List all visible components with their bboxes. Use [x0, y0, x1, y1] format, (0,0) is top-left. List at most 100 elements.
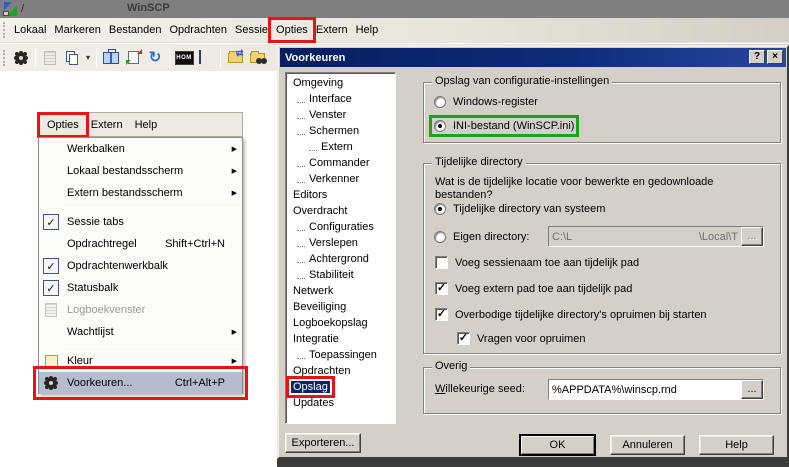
voorkeuren-dialog: Voorkeuren ? × Omgeving Interface Venste… [277, 45, 789, 459]
seed-input[interactable]: %APPDATA%\winscp.rnd [549, 380, 741, 399]
menu-item-lokaal-bestandsscherm[interactable]: Lokaal bestandsscherm ▶ [39, 160, 242, 182]
pages-icon [66, 51, 79, 65]
menu-item-werkbalken[interactable]: Werkbalken ▶ [39, 138, 242, 160]
tree-item-venster[interactable]: Venster [286, 107, 395, 123]
menu-opdrachten[interactable]: Opdrachten [166, 21, 231, 39]
winscp-app-icon [3, 2, 17, 16]
ok-button[interactable]: OK [520, 435, 595, 455]
menu-extern[interactable]: Extern [312, 21, 352, 39]
log-window-button[interactable] [39, 47, 61, 69]
menu-sessie[interactable]: Sessie [231, 21, 272, 39]
bottom-dark-band [277, 459, 789, 467]
radio-ini-bestand[interactable]: INI-bestand (WinSCP.ini) [434, 120, 574, 132]
dialog-help-button[interactable]: ? [749, 50, 765, 64]
tree-item-verkenner[interactable]: Verkenner [286, 171, 395, 187]
export-button[interactable]: Exporteren... [285, 433, 361, 453]
synchronize-directories-button[interactable]: ⇄ [224, 47, 246, 69]
menu-item-opdrachtenwerkbalk[interactable]: ✓ Opdrachtenwerkbalk [39, 255, 242, 277]
radio-windows-register[interactable]: Windows-register [434, 96, 538, 108]
storage-group: Opslag van configuratie-instellingen Win… [423, 82, 781, 143]
radio-icon [434, 231, 446, 243]
close-icon[interactable]: × [767, 50, 783, 64]
main-menubar: Lokaal Markeren Bestanden Opdrachten Ses… [0, 18, 789, 43]
radio-custom-directory[interactable]: Eigen directory: [434, 231, 529, 243]
tree-item-configuraties[interactable]: Configuraties [286, 219, 395, 235]
dropdown-arrow-icon[interactable]: ▾ [83, 47, 93, 69]
menubar-opties[interactable]: Opties [41, 116, 85, 134]
new-session-button[interactable] [195, 47, 217, 69]
tree-item-verslepen[interactable]: Verslepen [286, 235, 395, 251]
help-button[interactable]: Help [699, 435, 774, 455]
tree-item-stabiliteit[interactable]: Stabiliteit [286, 267, 395, 283]
cancel-button[interactable]: Annuleren [610, 435, 685, 455]
options-menubar: Opties Extern Help [37, 112, 243, 137]
menu-item-sessie-tabs[interactable]: ✓ Sessie tabs [39, 211, 242, 233]
menu-help[interactable]: Help [352, 21, 383, 39]
dialog-title: Voorkeuren [285, 52, 345, 64]
home-directory-button[interactable]: HOM [173, 47, 195, 69]
menu-opties[interactable]: Opties [272, 21, 312, 39]
folder-sync-icon: ⇄ [228, 53, 243, 63]
tree-item-editors[interactable]: Editors [286, 187, 395, 203]
tree-item-integratie[interactable]: Integratie [286, 331, 395, 347]
menu-bestanden[interactable]: Bestanden [105, 21, 166, 39]
radio-system-temp[interactable]: Tijdelijke directory van systeem [434, 203, 605, 215]
check-icon: ✓ [43, 258, 59, 274]
tree-item-opslag[interactable]: Opslag [286, 379, 395, 395]
tree-item-beveiliging[interactable]: Beveiliging [286, 299, 395, 315]
submenu-arrow-icon: ▶ [232, 357, 237, 365]
menubar-extern[interactable]: Extern [85, 116, 129, 134]
checkbox-checked-icon: ✓ [457, 332, 470, 345]
color-swatch-icon [45, 355, 58, 368]
toolbar-divider [96, 48, 97, 68]
group-title: Opslag van configuratie-instellingen [432, 75, 612, 87]
window-title: WinSCP [127, 2, 170, 14]
tree-item-omgeving[interactable]: Omgeving [286, 75, 395, 91]
group-title: Tijdelijke directory [432, 156, 526, 168]
refresh-button[interactable]: ↻ [144, 47, 166, 69]
tree-item-achtergrond[interactable]: Achtergrond [286, 251, 395, 267]
menu-separator [39, 204, 242, 211]
tree-item-logboekopslag[interactable]: Logboekopslag [286, 315, 395, 331]
synchronize-button[interactable] [122, 47, 144, 69]
window-title-prefix: / [21, 3, 24, 15]
menu-item-wachtlijst[interactable]: Wachtlijst ▶ [39, 321, 242, 343]
checkbox-session-name[interactable]: Voeg sessienaam toe aan tijdelijk pad [435, 256, 639, 269]
checkbox-remote-path[interactable]: ✓ Voeg extern pad toe aan tijdelijk pad [435, 282, 632, 295]
tree-item-overdracht[interactable]: Overdracht [286, 203, 395, 219]
tree-item-opdrachten[interactable]: Opdrachten [286, 363, 395, 379]
submenu-arrow-icon: ▶ [232, 167, 237, 175]
tree-item-commander[interactable]: Commander [286, 155, 395, 171]
menubar-help[interactable]: Help [129, 116, 164, 134]
preferences-button[interactable] [10, 47, 32, 69]
menu-markeren[interactable]: Markeren [50, 21, 104, 39]
toolbar-divider [169, 48, 170, 68]
duplicate-session-button[interactable] [61, 47, 83, 69]
tree-item-interface[interactable]: Interface [286, 91, 395, 107]
main-window-titlebar: / WinSCP [0, 0, 789, 18]
menu-item-statusbalk[interactable]: ✓ Statusbalk [39, 277, 242, 299]
tree-item-schermen[interactable]: Schermen [286, 123, 395, 139]
log-icon [45, 303, 57, 317]
synchronize-browsing-button[interactable] [100, 47, 122, 69]
tree-item-extern[interactable]: Extern [286, 139, 395, 155]
menu-item-kleur[interactable]: Kleur ▶ [39, 350, 242, 372]
tree-item-updates[interactable]: Updates [286, 395, 395, 411]
menu-item-extern-bestandsscherm[interactable]: Extern bestandsscherm ▶ [39, 182, 242, 204]
menu-lokaal[interactable]: Lokaal [10, 21, 50, 39]
radio-icon [434, 96, 446, 108]
home-icon: HOM [175, 51, 194, 65]
tree-item-netwerk[interactable]: Netwerk [286, 283, 395, 299]
find-files-button[interactable] [246, 47, 268, 69]
tree-item-toepassingen[interactable]: Toepassingen [286, 347, 395, 363]
temp-directory-group: Tijdelijke directory Wat is de tijdelijk… [423, 163, 781, 354]
dialog-titlebar: Voorkeuren ? × [280, 48, 786, 67]
gear-icon [46, 378, 56, 388]
checkbox-cleanup[interactable]: ✓ Overbodige tijdelijke directory's opru… [435, 308, 707, 321]
browse-button[interactable]: ... [741, 380, 763, 399]
checkbox-confirm-cleanup[interactable]: ✓ Vragen voor opruimen [457, 332, 585, 345]
menu-item-voorkeuren[interactable]: Voorkeuren... Ctrl+Alt+P [39, 372, 242, 394]
menu-item-opdrachtregel[interactable]: Opdrachtregel Shift+Ctrl+N [39, 233, 242, 255]
sync-doc-icon [128, 51, 139, 64]
other-group: Overig Willekeurige seed: %APPDATA%\wins… [423, 367, 781, 414]
